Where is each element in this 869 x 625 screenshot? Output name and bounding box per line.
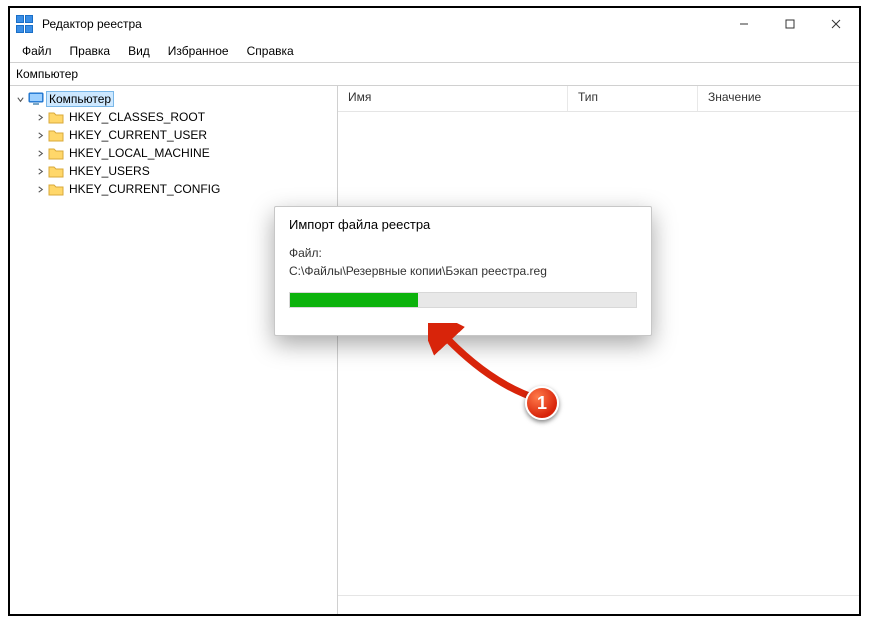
tree-item[interactable]: HKEY_USERS [10, 162, 337, 180]
column-name[interactable]: Имя [338, 86, 568, 111]
tree-item-label: HKEY_USERS [66, 163, 153, 179]
dialog-title: Импорт файла реестра [289, 217, 637, 232]
status-bar [338, 596, 859, 614]
dialog-file-label: Файл: [289, 246, 637, 260]
tree-item[interactable]: HKEY_CLASSES_ROOT [10, 108, 337, 126]
computer-icon [28, 91, 44, 107]
titlebar: Редактор реестра [10, 8, 859, 40]
menu-view[interactable]: Вид [120, 42, 158, 60]
titlebar-left: Редактор реестра [10, 15, 142, 33]
tree-item-label: HKEY_CURRENT_CONFIG [66, 181, 223, 197]
menu-file[interactable]: Файл [14, 42, 60, 60]
progress-fill [290, 293, 418, 307]
folder-icon [48, 127, 64, 143]
tree-root-label: Компьютер [46, 91, 114, 107]
minimize-button[interactable] [721, 8, 767, 40]
expand-icon[interactable] [34, 167, 46, 176]
list-header: Имя Тип Значение [338, 86, 859, 112]
address-bar[interactable]: Компьютер [10, 62, 859, 86]
maximize-button[interactable] [767, 8, 813, 40]
column-type[interactable]: Тип [568, 86, 698, 111]
tree-item[interactable]: HKEY_CURRENT_USER [10, 126, 337, 144]
tree-item-label: HKEY_LOCAL_MACHINE [66, 145, 213, 161]
address-path: Компьютер [16, 67, 78, 81]
tree-item-label: HKEY_CLASSES_ROOT [66, 109, 208, 125]
column-value[interactable]: Значение [698, 86, 859, 111]
close-button[interactable] [813, 8, 859, 40]
folder-icon [48, 181, 64, 197]
folder-icon [48, 145, 64, 161]
menu-edit[interactable]: Правка [62, 42, 119, 60]
collapse-icon[interactable] [14, 95, 26, 104]
expand-icon[interactable] [34, 149, 46, 158]
list-body [338, 112, 859, 596]
menu-help[interactable]: Справка [239, 42, 302, 60]
menu-favorites[interactable]: Избранное [160, 42, 237, 60]
folder-icon [48, 109, 64, 125]
folder-icon [48, 163, 64, 179]
expand-icon[interactable] [34, 185, 46, 194]
menubar: Файл Правка Вид Избранное Справка [10, 40, 859, 62]
tree-item[interactable]: HKEY_CURRENT_CONFIG [10, 180, 337, 198]
tree-pane: Компьютер HKEY_CLASSES_ROOT HKEY_CURRENT… [10, 86, 338, 614]
progress-bar [289, 292, 637, 308]
main-split: Компьютер HKEY_CLASSES_ROOT HKEY_CURRENT… [10, 86, 859, 614]
expand-icon[interactable] [34, 113, 46, 122]
app-icon [16, 15, 34, 33]
expand-icon[interactable] [34, 131, 46, 140]
window-frame: Редактор реестра Файл Правка Вид Избранн… [8, 6, 861, 616]
import-dialog: Импорт файла реестра Файл: C:\Файлы\Резе… [274, 206, 652, 336]
dialog-file-path: C:\Файлы\Резервные копии\Бэкап реестра.r… [289, 264, 637, 278]
tree-item[interactable]: HKEY_LOCAL_MACHINE [10, 144, 337, 162]
list-pane: Имя Тип Значение [338, 86, 859, 614]
window-controls [721, 8, 859, 40]
tree-root[interactable]: Компьютер [10, 90, 337, 108]
tree-item-label: HKEY_CURRENT_USER [66, 127, 210, 143]
window-title: Редактор реестра [42, 17, 142, 31]
